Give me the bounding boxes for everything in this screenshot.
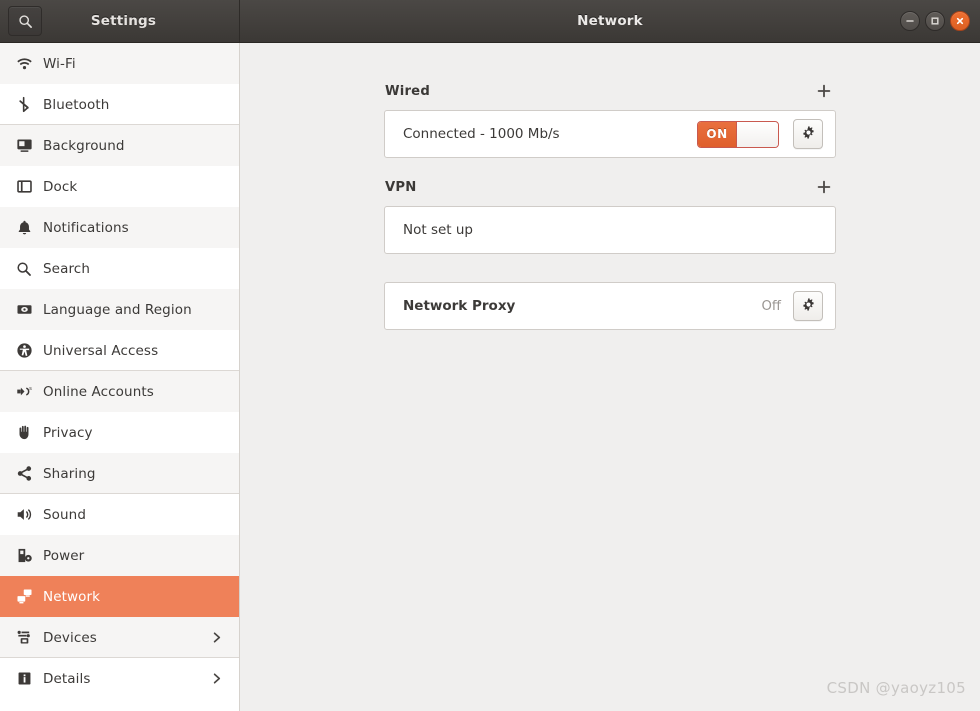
sidebar-item-search[interactable]: Search [0,248,239,289]
settings-sidebar: Wi-Fi Bluetooth Background Dock Notifica… [0,43,240,711]
window-controls [900,0,970,42]
page-title: Network [577,13,643,29]
sidebar-item-label: Sound [43,506,87,523]
sidebar-item-network[interactable]: Network [0,576,239,617]
spacer-vpn-proxy [384,254,836,276]
maximize-button[interactable] [925,11,945,31]
network-proxy-state: Off [761,298,781,314]
minimize-button[interactable] [900,11,920,31]
wifi-icon [13,54,35,74]
spacer-wired-vpn [384,158,836,174]
minimize-icon [905,16,915,26]
close-button[interactable] [950,11,970,31]
chevron-right-icon [210,672,223,685]
info-icon [13,669,35,689]
add-wired-connection-button[interactable] [813,80,835,102]
watermark: CSDN @yaoyz105 [826,679,966,697]
search-icon [18,14,33,29]
sidebar-item-label: Search [43,260,90,277]
sidebar-item-power[interactable]: Power [0,535,239,576]
sidebar-item-details[interactable]: Details [0,658,239,699]
maximize-icon [930,16,940,26]
network-icon [13,587,35,607]
sidebar-item-label: Network [43,588,101,605]
sidebar-item-label: Dock [43,178,78,195]
settings-window: Settings Network Wi-Fi Bluetooth Backgro… [0,0,980,711]
sidebar-item-background[interactable]: Background [0,125,239,166]
online-accounts-icon: s [13,382,35,402]
search-icon [13,259,35,279]
titlebar-sidebar-section: Settings [0,0,240,42]
window-titlebar: Settings Network [0,0,980,43]
sidebar-item-label: Privacy [43,424,93,441]
wired-panel: Connected - 1000 Mb/s ON [384,110,836,158]
window-body: Wi-Fi Bluetooth Background Dock Notifica… [0,43,980,711]
svg-text:s: s [29,386,32,392]
vpn-section-title: VPN [385,179,417,195]
sidebar-item-sharing[interactable]: Sharing [0,453,239,494]
sidebar-item-notifications[interactable]: Notifications [0,207,239,248]
background-icon [13,136,35,156]
sidebar-item-label: Wi-Fi [43,55,76,72]
vpn-panel: Not set up [384,206,836,254]
settings-panels: Wired Connected - 1000 Mb/s ON VPN Not s… [384,43,836,330]
sidebar-item-label: Sharing [43,465,96,482]
sidebar-item-language-and-region[interactable]: Language and Region [0,289,239,330]
vpn-status-row[interactable]: Not set up [385,207,835,253]
search-button[interactable] [8,6,42,36]
network-settings-content: Wired Connected - 1000 Mb/s ON VPN Not s… [240,43,980,711]
sidebar-item-privacy[interactable]: Privacy [0,412,239,453]
wired-toggle-state-label: ON [698,121,736,147]
wired-settings-button[interactable] [793,119,823,149]
hand-icon [13,423,35,443]
network-proxy-row[interactable]: Network Proxy Off [385,283,835,329]
network-proxy-label: Network Proxy [403,298,516,314]
devices-icon [13,628,35,648]
share-icon [13,464,35,484]
add-vpn-button[interactable] [813,176,835,198]
sidebar-item-dock[interactable]: Dock [0,166,239,207]
gear-icon [801,125,816,144]
language-icon [13,300,35,320]
sidebar-item-label: Power [43,547,85,564]
wired-connection-row[interactable]: Connected - 1000 Mb/s ON [385,111,835,157]
wired-toggle-switch[interactable]: ON [697,120,779,148]
network-proxy-panel: Network Proxy Off [384,282,836,330]
sidebar-item-wi-fi[interactable]: Wi-Fi [0,43,239,84]
sidebar-item-universal-access[interactable]: Universal Access [0,330,239,371]
wired-toggle-knob [736,121,778,147]
speaker-icon [13,505,35,525]
titlebar-main-section: Network [240,0,980,42]
sidebar-item-online-accounts[interactable]: s Online Accounts [0,371,239,412]
sidebar-item-devices[interactable]: Devices [0,617,239,658]
sidebar-item-label: Bluetooth [43,96,110,113]
sidebar-item-bluetooth[interactable]: Bluetooth [0,84,239,125]
sidebar-item-label: Background [43,137,125,154]
sidebar-item-label: Notifications [43,219,129,236]
sidebar-item-label: Details [43,670,91,687]
network-proxy-settings-button[interactable] [793,291,823,321]
power-icon [13,546,35,566]
app-title: Settings [90,13,157,29]
dock-icon [13,177,35,197]
gear-icon [801,297,816,316]
wired-section-title: Wired [385,83,430,99]
sidebar-item-label: Online Accounts [43,383,154,400]
vpn-section-header: VPN [384,174,836,200]
sidebar-item-label: Language and Region [43,301,192,318]
wired-status-label: Connected - 1000 Mb/s [403,126,560,142]
wired-section-header: Wired [384,78,836,104]
bluetooth-icon [13,95,35,115]
bell-icon [13,218,35,238]
accessibility-icon [13,341,35,361]
sidebar-item-label: Universal Access [43,342,159,359]
sidebar-item-label: Devices [43,629,97,646]
chevron-right-icon [210,631,223,644]
vpn-status-label: Not set up [403,222,473,238]
sidebar-item-sound[interactable]: Sound [0,494,239,535]
close-icon [955,16,965,26]
